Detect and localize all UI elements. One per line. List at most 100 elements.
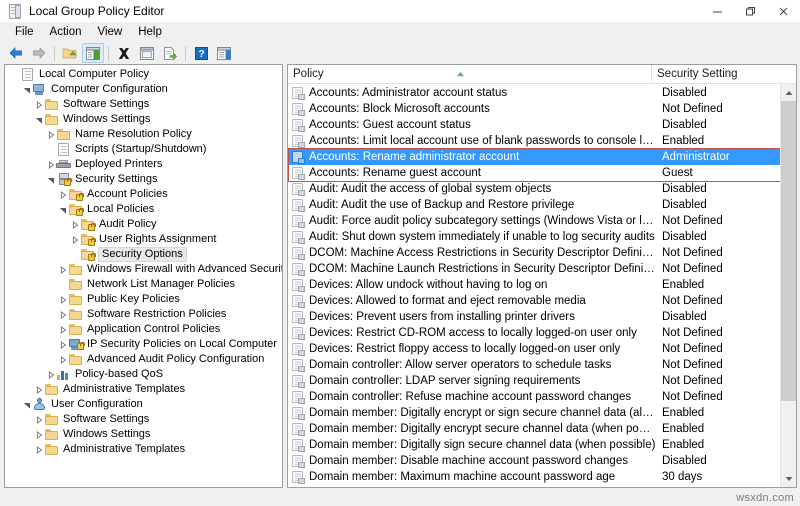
show-hide-action-pane-icon[interactable] — [213, 43, 235, 63]
tree-item[interactable]: Administrative Templates — [5, 442, 282, 457]
tree-item[interactable]: Policy-based QoS — [5, 367, 282, 382]
forward-icon[interactable] — [28, 43, 50, 63]
expander-expanded-icon[interactable] — [45, 172, 56, 187]
tree-item[interactable]: Network List Manager Policies — [5, 277, 282, 292]
tree-item[interactable]: Application Control Policies — [5, 322, 282, 337]
tree-item[interactable]: Windows Firewall with Advanced Security — [5, 262, 282, 277]
column-header-policy[interactable]: Policy — [288, 65, 652, 83]
expander-expanded-icon[interactable] — [21, 82, 32, 97]
policy-row[interactable]: Domain member: Maximum machine account p… — [288, 469, 796, 485]
expander-collapsed-icon[interactable] — [33, 412, 44, 427]
policy-row[interactable]: Audit: Audit the access of global system… — [288, 181, 796, 197]
scrollbar-thumb[interactable] — [781, 101, 796, 401]
policy-row[interactable]: Accounts: Rename administrator account Ad… — [288, 149, 796, 165]
policy-row[interactable]: Accounts: Limit local account use of bla… — [288, 133, 796, 149]
properties-icon[interactable] — [136, 43, 158, 63]
tree-item[interactable]: Account Policies — [5, 187, 282, 202]
back-icon[interactable] — [5, 43, 27, 63]
expander-expanded-icon[interactable] — [33, 112, 44, 127]
close-button[interactable] — [767, 0, 800, 22]
scroll-down-arrow-icon[interactable] — [781, 470, 796, 487]
expander-collapsed-icon[interactable] — [33, 442, 44, 457]
show-hide-console-tree-icon[interactable] — [82, 43, 104, 63]
up-one-level-icon[interactable] — [59, 43, 81, 63]
policy-row[interactable]: Domain member: Digitally sign secure cha… — [288, 437, 796, 453]
expander-collapsed-icon[interactable] — [57, 337, 68, 352]
help-icon[interactable]: ? — [190, 43, 212, 63]
policy-row[interactable]: Accounts: Block Microsoft accounts Not De… — [288, 101, 796, 117]
console-tree[interactable]: Local Computer Policy Computer Configurat… — [5, 65, 282, 457]
policy-row[interactable]: Domain controller: Refuse machine accoun… — [288, 389, 796, 405]
tree-item[interactable]: Software Settings — [5, 97, 282, 112]
policy-row[interactable]: Audit: Audit the use of Backup and Resto… — [288, 197, 796, 213]
tree-item[interactable]: Computer Configuration — [5, 82, 282, 97]
menu-item-action[interactable]: Action — [42, 24, 90, 41]
policy-row[interactable]: Domain controller: LDAP server signing r… — [288, 373, 796, 389]
list-vertical-scrollbar[interactable] — [780, 84, 796, 487]
tree-item[interactable]: Audit Policy — [5, 217, 282, 232]
tree-item[interactable]: Windows Settings — [5, 427, 282, 442]
policy-row[interactable]: Devices: Allowed to format and eject rem… — [288, 293, 796, 309]
tree-item[interactable]: IP Security Policies on Local Computer — [5, 337, 282, 352]
policy-row[interactable]: Audit: Shut down system immediately if u… — [288, 229, 796, 245]
tree-item[interactable]: Deployed Printers — [5, 157, 282, 172]
policy-security-setting: Administrator — [662, 151, 730, 163]
menu-item-file[interactable]: File — [7, 24, 42, 41]
expander-collapsed-icon[interactable] — [33, 97, 44, 112]
tree-item[interactable]: Scripts (Startup/Shutdown) — [5, 142, 282, 157]
list-body[interactable]: Accounts: Administrator account status Di… — [288, 84, 796, 487]
export-list-icon[interactable] — [159, 43, 181, 63]
policy-row[interactable]: Domain member: Digitally encrypt secure … — [288, 421, 796, 437]
expander-collapsed-icon[interactable] — [69, 217, 80, 232]
tree-item[interactable]: Software Restriction Policies — [5, 307, 282, 322]
policy-row[interactable]: Devices: Allow undock without having to … — [288, 277, 796, 293]
policy-row[interactable]: Accounts: Rename guest account Guest — [288, 165, 796, 181]
expander-collapsed-icon[interactable] — [69, 232, 80, 247]
expander-collapsed-icon[interactable] — [45, 157, 56, 172]
tree-item[interactable]: User Configuration — [5, 397, 282, 412]
delete-icon[interactable] — [113, 43, 135, 63]
tree-item[interactable]: Local Computer Policy — [5, 67, 282, 82]
minimize-button[interactable] — [701, 0, 734, 22]
expander-collapsed-icon[interactable] — [33, 382, 44, 397]
policy-list-pane[interactable]: Policy Security Setting Accounts: Admini… — [287, 64, 797, 488]
tree-item[interactable]: Local Policies — [5, 202, 282, 217]
expander-collapsed-icon[interactable] — [57, 292, 68, 307]
expander-collapsed-icon[interactable] — [57, 187, 68, 202]
expander-expanded-icon[interactable] — [21, 397, 32, 412]
expander-collapsed-icon[interactable] — [57, 307, 68, 322]
policy-row[interactable]: Devices: Restrict floppy access to local… — [288, 341, 796, 357]
expander-collapsed-icon[interactable] — [57, 322, 68, 337]
tree-item[interactable]: Windows Settings — [5, 112, 282, 127]
expander-collapsed-icon[interactable] — [45, 127, 56, 142]
tree-item[interactable]: Software Settings — [5, 412, 282, 427]
expander-expanded-icon[interactable] — [57, 202, 68, 217]
tree-item[interactable]: Administrative Templates — [5, 382, 282, 397]
policy-row[interactable]: Accounts: Guest account status Disabled — [288, 117, 796, 133]
maximize-restore-button[interactable] — [734, 0, 767, 22]
policy-row[interactable]: Domain member: Disable machine account p… — [288, 453, 796, 469]
tree-item[interactable]: Name Resolution Policy — [5, 127, 282, 142]
tree-item[interactable]: User Rights Assignment — [5, 232, 282, 247]
policy-row[interactable]: Accounts: Administrator account status Di… — [288, 85, 796, 101]
expander-collapsed-icon[interactable] — [45, 367, 56, 382]
policy-row[interactable]: Domain member: Digitally encrypt or sign… — [288, 405, 796, 421]
tree-item[interactable]: Security Options — [5, 247, 282, 262]
policy-row[interactable]: Devices: Restrict CD-ROM access to local… — [288, 325, 796, 341]
expander-collapsed-icon[interactable] — [57, 352, 68, 367]
column-header-security-setting[interactable]: Security Setting — [652, 65, 796, 83]
menu-item-view[interactable]: View — [90, 24, 131, 41]
policy-row[interactable]: DCOM: Machine Access Restrictions in Sec… — [288, 245, 796, 261]
expander-collapsed-icon[interactable] — [33, 427, 44, 442]
policy-row[interactable]: Domain controller: Allow server operator… — [288, 357, 796, 373]
tree-item[interactable]: Advanced Audit Policy Configuration — [5, 352, 282, 367]
tree-item[interactable]: Security Settings — [5, 172, 282, 187]
menu-item-help[interactable]: Help — [130, 24, 170, 41]
expander-collapsed-icon[interactable] — [57, 262, 68, 277]
policy-row[interactable]: Devices: Prevent users from installing p… — [288, 309, 796, 325]
scroll-up-arrow-icon[interactable] — [781, 84, 796, 101]
policy-row[interactable]: DCOM: Machine Launch Restrictions in Sec… — [288, 261, 796, 277]
console-tree-pane[interactable]: Local Computer Policy Computer Configurat… — [4, 64, 283, 488]
tree-item[interactable]: Public Key Policies — [5, 292, 282, 307]
policy-row[interactable]: Audit: Force audit policy subcategory se… — [288, 213, 796, 229]
